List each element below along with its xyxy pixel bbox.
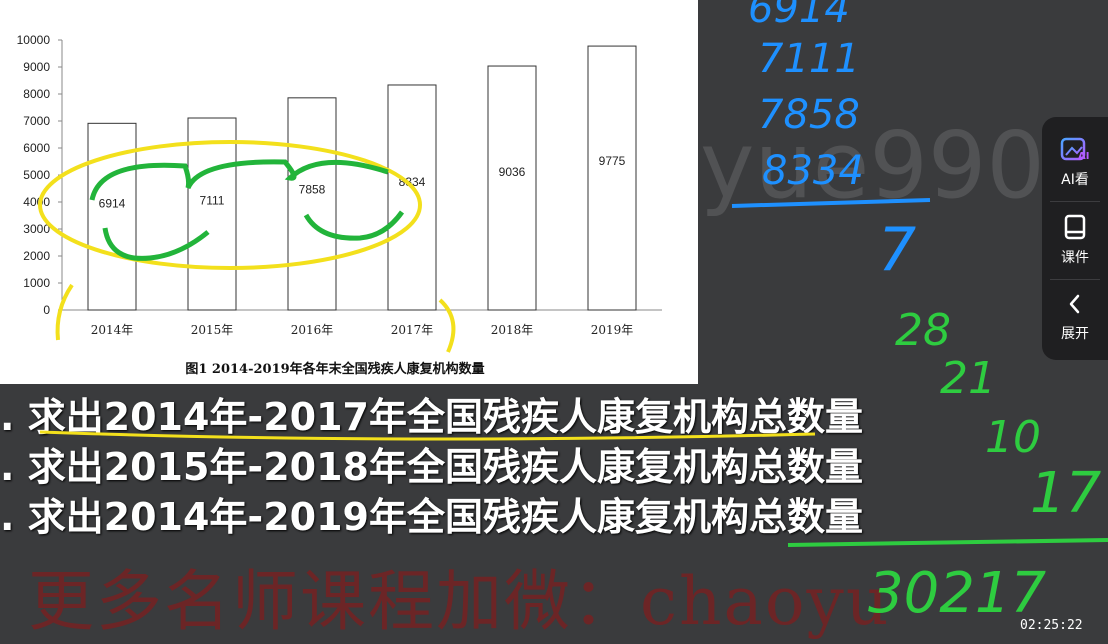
sidebar-item-label: 课件: [1061, 250, 1089, 266]
ai-image-icon: AI: [1060, 137, 1090, 167]
question-1: . 求出2014年-2017年全国残疾人康复机构总数量: [0, 395, 863, 439]
sidebar-item-label: 展开: [1061, 326, 1089, 342]
y-tick-label: 8000: [23, 87, 50, 101]
bar-value-label: 9036: [499, 165, 526, 179]
bar: [387, 84, 437, 311]
bar: [187, 117, 237, 311]
video-timestamp: 02:25:22: [1020, 618, 1083, 633]
hw-green-5: 30217: [868, 561, 1047, 626]
hw-green-3: 10: [985, 412, 1041, 463]
x-axis-labels: 2014年 2015年 2016年 2017年 2018年 2019年: [91, 323, 634, 337]
video-frame: yue9901 0 1000 2000 3000 4000 5000 6000 7000 800…: [0, 0, 1108, 640]
sidebar-item-label: AI看: [1061, 172, 1089, 188]
hw-blue-1: 6914: [748, 0, 850, 32]
book-icon: [1061, 214, 1089, 245]
y-tick-label: 3000: [23, 222, 50, 236]
hw-green-4: 17: [1030, 461, 1102, 526]
x-tick-label: 2014年: [91, 323, 134, 337]
bar: [287, 97, 337, 311]
y-tick-label: 9000: [23, 60, 50, 74]
y-tick-label: 2000: [23, 249, 50, 263]
y-tick-label: 1000: [23, 276, 50, 290]
bottom-watermark: 更多名师课程加微：chaoyu: [28, 563, 891, 640]
x-tick-label: 2017年: [391, 323, 434, 337]
side-toolbar: AI AI看 课件 展开: [1042, 117, 1108, 360]
hw-blue-5: 7: [878, 215, 916, 285]
x-tick-label: 2018年: [491, 323, 534, 337]
sidebar-item-courseware[interactable]: 课件: [1042, 213, 1108, 267]
bar: [87, 122, 137, 311]
bar: [587, 45, 637, 311]
x-tick-label: 2015年: [191, 323, 234, 337]
hw-blue-2: 7111: [758, 36, 860, 82]
bar-value-label: 8334: [399, 175, 426, 189]
chart-panel: 0 1000 2000 3000 4000 5000 6000 7000 8000 9000 100…: [0, 0, 698, 384]
bars-group: 6914 7111 7858 8334 9036 9775: [87, 45, 637, 311]
chart-title: 图1 2014-2019年各年末全国残疾人康复机构数量: [185, 361, 484, 377]
y-tick-label: 6000: [23, 141, 50, 155]
sidebar-item-ai-view[interactable]: AI AI看: [1042, 135, 1108, 189]
bar: [487, 65, 537, 311]
y-tick-label: 10000: [17, 33, 51, 47]
bar-value-label: 7858: [299, 182, 326, 196]
y-tick-label: 7000: [23, 114, 50, 128]
y-tick-label: 4000: [23, 195, 50, 209]
bar-value-label: 6914: [99, 196, 126, 210]
svg-text:AI: AI: [1078, 151, 1089, 162]
bar-chart: 0 1000 2000 3000 4000 5000 6000 7000 8000 9000 100…: [17, 33, 662, 377]
sidebar-item-expand[interactable]: 展开: [1042, 291, 1108, 343]
bar-value-label: 9775: [599, 154, 626, 168]
question-2: . 求出2015年-2018年全国残疾人康复机构总数量: [0, 445, 863, 489]
x-tick-label: 2016年: [291, 323, 334, 337]
y-tick-label: 5000: [23, 168, 50, 182]
hw-green-2: 21: [940, 353, 996, 404]
sidebar-divider: [1050, 201, 1100, 202]
hw-green-1: 28: [895, 305, 951, 356]
y-tick-label: 0: [43, 303, 50, 317]
sidebar-divider: [1050, 279, 1100, 280]
x-tick-label: 2019年: [591, 323, 634, 337]
chevron-left-icon: [1063, 294, 1087, 321]
bar-value-label: 7111: [200, 193, 225, 207]
question-3: . 求出2014年-2019年全国残疾人康复机构总数量: [0, 495, 863, 539]
